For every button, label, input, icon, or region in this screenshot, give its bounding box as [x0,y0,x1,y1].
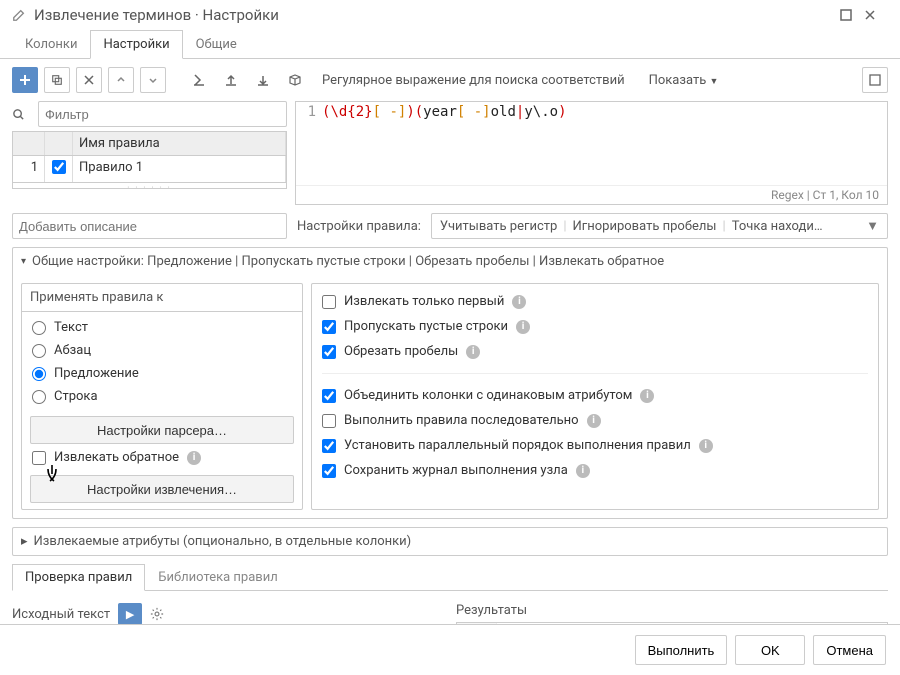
rule-name: Правило 1 [73,156,286,182]
save-log-checkbox[interactable]: Сохранить журнал выполнения узлаi [322,463,868,478]
show-dropdown[interactable]: Показать ▼ [639,69,729,92]
options-box: Извлекать только первыйi Пропускать пуст… [311,283,879,510]
attributes-expander[interactable]: ▸ Извлекаемые атрибуты (опционально, в о… [12,527,888,556]
edit-icon [12,8,26,22]
results-label: Результаты [456,603,527,618]
apply-paragraph-radio[interactable]: Абзац [32,343,292,358]
gear-icon[interactable] [150,607,164,621]
move-up-button[interactable] [108,67,134,93]
info-icon: i [466,345,480,359]
parser-settings-button[interactable]: Настройки парсера… [30,416,294,444]
download-icon[interactable] [250,67,276,93]
apply-rules-header: Применять правила к [22,284,302,312]
rules-header-name: Имя правила [73,132,286,155]
expand-editor-button[interactable] [862,67,888,93]
common-settings-toggle[interactable]: ▾ Общие настройки: Предложение | Пропуск… [13,248,887,275]
copy-button[interactable] [44,67,70,93]
info-icon: i [587,414,601,428]
rule-settings-label: Настройки правила: [297,219,421,234]
info-icon: i [512,295,526,309]
move-down-button[interactable] [140,67,166,93]
bottom-tabs: Проверка правил Библиотека правил [12,564,888,591]
info-icon: i [516,320,530,334]
merge-cols-checkbox[interactable]: Объединить колонки с одинаковым атрибуто… [322,388,868,403]
rules-table: Имя правила 1 Правило 1 [12,131,287,183]
tab-columns[interactable]: Колонки [12,30,90,59]
window-title: Извлечение терминов · Настройки [34,6,840,24]
content-area: Регулярное выражение для поиска соответс… [0,59,900,624]
apply-line-radio[interactable]: Строка [32,389,292,404]
close-button[interactable] [864,9,888,21]
maximize-button[interactable] [840,9,864,21]
tab-settings[interactable]: Настройки [90,30,182,59]
only-first-checkbox[interactable]: Извлекать только первыйi [322,294,868,309]
dialog-window: Извлечение терминов · Настройки Колонки … [0,0,900,675]
rule-enable-checkbox[interactable] [52,160,66,174]
titlebar: Извлечение терминов · Настройки [0,0,900,30]
info-icon: i [699,439,713,453]
cancel-button[interactable]: Отмена [813,635,886,665]
delete-button[interactable] [76,67,102,93]
resize-handle[interactable]: · · · · · · [12,183,287,189]
add-button[interactable] [12,67,38,93]
info-icon: i [187,451,201,465]
tab-general[interactable]: Общие [183,30,250,59]
table-row[interactable]: 1 Правило 1 [13,156,286,182]
info-icon: i [640,389,654,403]
source-text-label: Исходный текст [12,607,110,622]
tab-check-rules[interactable]: Проверка правил [12,564,145,591]
main-tabs: Колонки Настройки Общие [0,30,900,59]
apply-sentence-radio[interactable]: Предложение [32,366,292,381]
line-gutter: 1 [296,104,322,185]
description-input[interactable] [12,213,287,239]
trim-checkbox[interactable]: Обрезать пробелыi [322,344,868,359]
filter-input[interactable] [38,101,287,127]
tab-rule-library[interactable]: Библиотека правил [145,564,290,591]
package-icon[interactable] [282,67,308,93]
import-icon[interactable] [186,67,212,93]
upload-icon[interactable] [218,67,244,93]
rule-index: 1 [13,156,45,182]
regex-editor[interactable]: 1 (\d{2}[ -])(year[ -]old|y\.o) Regex | … [295,101,888,205]
dialog-footer: Выполнить OK Отмена [0,624,900,675]
skip-empty-checkbox[interactable]: Пропускать пустые строкиi [322,319,868,334]
extract-inverse-checkbox[interactable] [32,451,46,465]
search-icon [12,108,32,121]
info-icon: i [576,464,590,478]
run-button[interactable]: Выполнить [635,635,728,665]
run-preview-button[interactable]: ▶ [118,603,142,624]
extraction-settings-button[interactable]: Настройки извлечения… [30,475,294,503]
chevron-down-icon: ▾ [21,256,26,267]
editor-status: Regex | Ст 1, Кол 10 [296,185,887,204]
ok-button[interactable]: OK [735,635,805,665]
sequential-checkbox[interactable]: Выполнить правила последовательноi [322,413,868,428]
parallel-checkbox[interactable]: Установить параллельный порядок выполнен… [322,438,868,453]
toolbar: Регулярное выражение для поиска соответс… [12,67,888,93]
common-settings-expander: ▾ Общие настройки: Предложение | Пропуск… [12,247,888,519]
chevron-down-icon: ▼ [866,218,879,234]
regex-label: Регулярное выражение для поиска соответс… [322,73,625,88]
regex-text[interactable]: (\d{2}[ -])(year[ -]old|y\.o) [322,104,887,185]
chevron-right-icon: ▸ [21,534,28,549]
apply-rules-box: Применять правила к Текст Абзац Предложе… [21,283,303,510]
apply-text-radio[interactable]: Текст [32,320,292,335]
rule-settings-dropdown[interactable]: Учитывать регистр| Игнорировать пробелы|… [431,213,888,239]
